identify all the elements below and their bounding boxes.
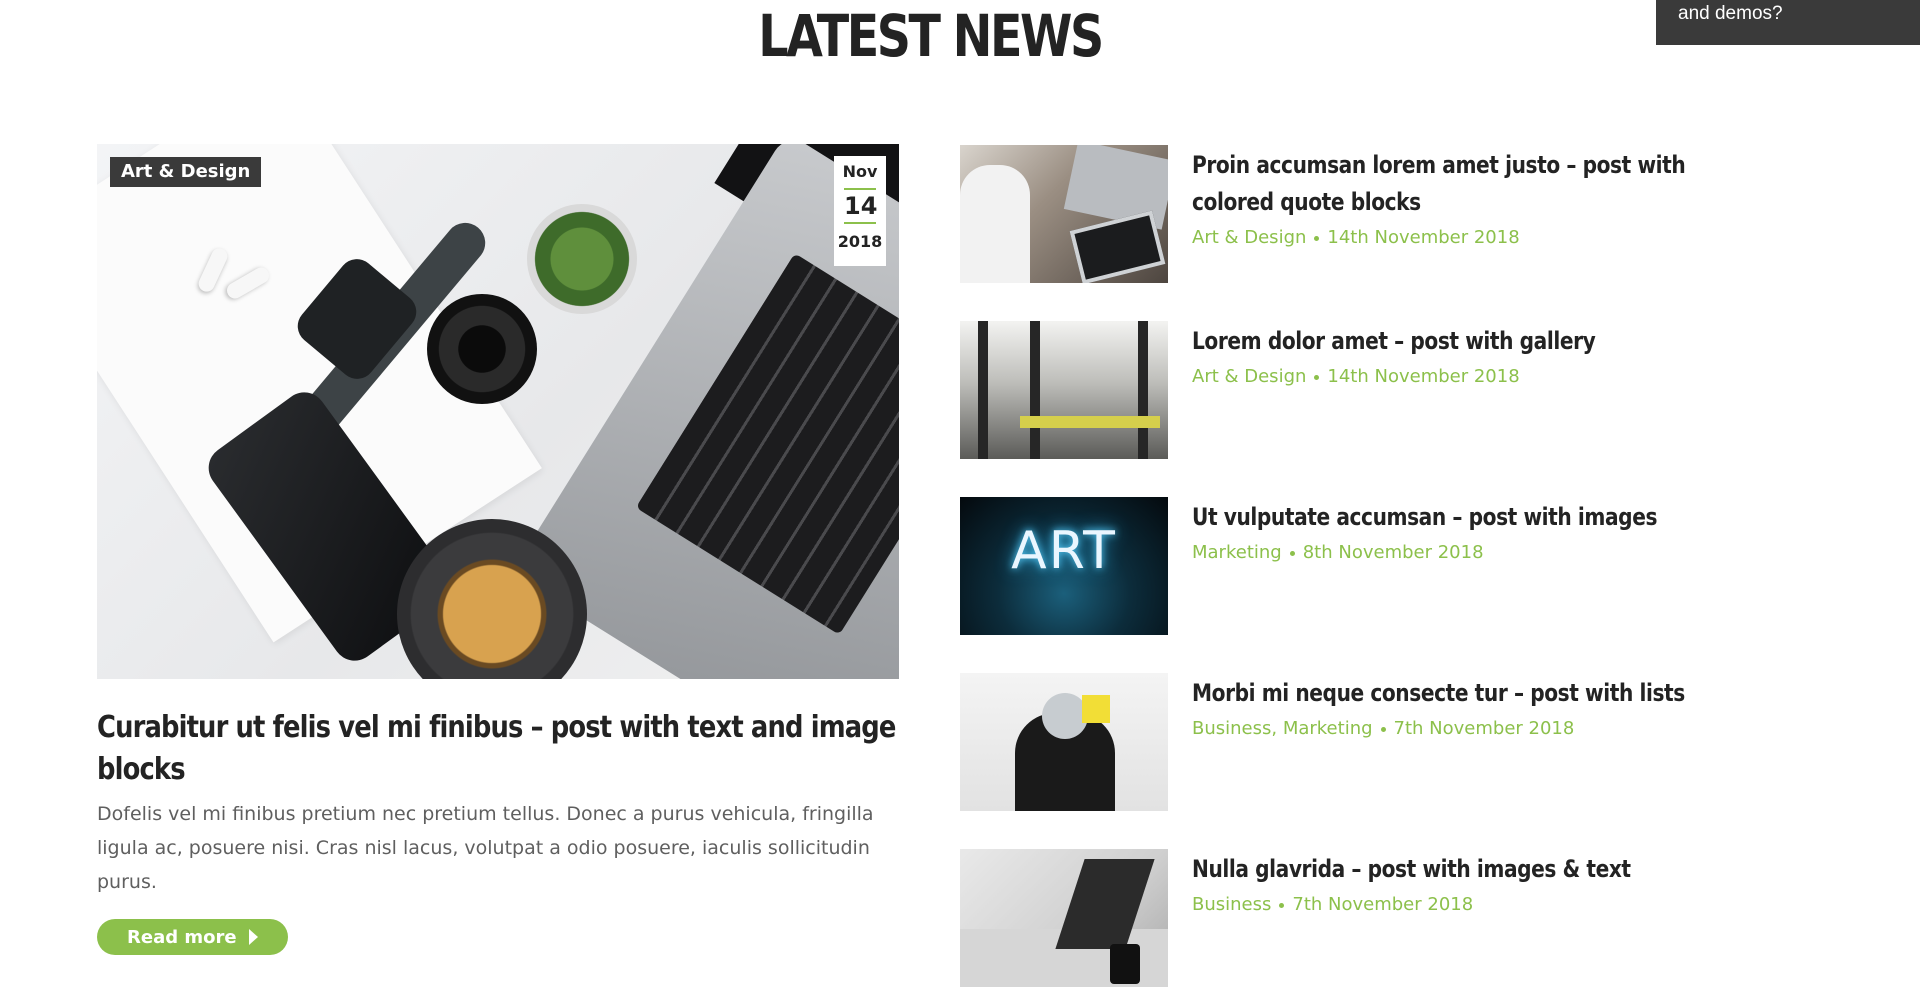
post-meta: Art & Design 14th November 2018 <box>1192 366 1752 387</box>
post-thumbnail[interactable] <box>960 673 1168 811</box>
dot-separator-icon <box>1380 726 1386 732</box>
neon-sign-text: ART <box>1011 521 1117 581</box>
post-date: 7th November 2018 <box>1292 894 1474 915</box>
list-item: Lorem dolor amet – post with gallery Art… <box>960 321 1760 497</box>
post-meta: Art & Design 14th November 2018 <box>1192 227 1752 248</box>
post-meta: Marketing 8th November 2018 <box>1192 542 1752 563</box>
post-thumbnail[interactable] <box>960 145 1168 283</box>
post-title[interactable]: Proin accumsan lorem amet justo – post w… <box>1192 147 1746 221</box>
news-list: Proin accumsan lorem amet justo – post w… <box>960 145 1760 1001</box>
read-more-button[interactable]: Read more <box>97 919 288 955</box>
post-title[interactable]: Lorem dolor amet – post with gallery <box>1192 323 1746 360</box>
post-category[interactable]: Art & Design <box>1192 227 1306 248</box>
post-category[interactable]: Business, Marketing <box>1192 718 1373 739</box>
post-date: 14th November 2018 <box>1327 366 1520 387</box>
demos-promo-tab[interactable]: and demos? <box>1656 0 1920 45</box>
post-category[interactable]: Marketing <box>1192 542 1282 563</box>
post-thumbnail[interactable] <box>960 321 1168 459</box>
date-day: 14 <box>844 188 877 224</box>
section-title: LATEST NEWS <box>758 2 1104 70</box>
date-badge: Nov 14 2018 <box>834 156 886 266</box>
category-badge[interactable]: Art & Design <box>110 157 262 187</box>
list-item: Morbi mi neque consecte tur – post with … <box>960 673 1760 849</box>
dot-separator-icon <box>1314 235 1320 241</box>
post-date: 14th November 2018 <box>1327 227 1520 248</box>
read-more-label: Read more <box>127 926 237 948</box>
post-thumbnail[interactable]: ART <box>960 497 1168 635</box>
post-date: 8th November 2018 <box>1302 542 1484 563</box>
featured-excerpt: Dofelis vel mi finibus pretium nec preti… <box>97 803 874 893</box>
list-item: ART Ut vulputate accumsan – post with im… <box>960 497 1760 673</box>
featured-image[interactable]: Art & Design Nov 14 2018 <box>97 144 899 679</box>
arrow-right-icon <box>248 929 258 945</box>
dot-separator-icon <box>1314 374 1320 380</box>
featured-title[interactable]: Curabitur ut felis vel mi finibus – post… <box>97 707 897 791</box>
post-meta: Business, Marketing 7th November 2018 <box>1192 718 1752 739</box>
date-month: Nov <box>842 162 878 181</box>
featured-post: Art & Design Nov 14 2018 Curabitur ut fe… <box>97 144 899 955</box>
date-year: 2018 <box>837 232 883 251</box>
post-meta: Business 7th November 2018 <box>1192 894 1752 915</box>
post-date: 7th November 2018 <box>1393 718 1575 739</box>
dot-separator-icon <box>1279 902 1285 908</box>
list-item: Nulla glavrida – post with images & text… <box>960 849 1760 1001</box>
post-thumbnail[interactable] <box>960 849 1168 987</box>
post-title[interactable]: Ut vulputate accumsan – post with images <box>1192 499 1746 536</box>
post-category[interactable]: Art & Design <box>1192 366 1306 387</box>
post-title[interactable]: Nulla glavrida – post with images & text <box>1192 851 1746 888</box>
post-category[interactable]: Business <box>1192 894 1271 915</box>
post-title[interactable]: Morbi mi neque consecte tur – post with … <box>1192 675 1746 712</box>
dot-separator-icon <box>1289 550 1295 556</box>
list-item: Proin accumsan lorem amet justo – post w… <box>960 145 1760 321</box>
